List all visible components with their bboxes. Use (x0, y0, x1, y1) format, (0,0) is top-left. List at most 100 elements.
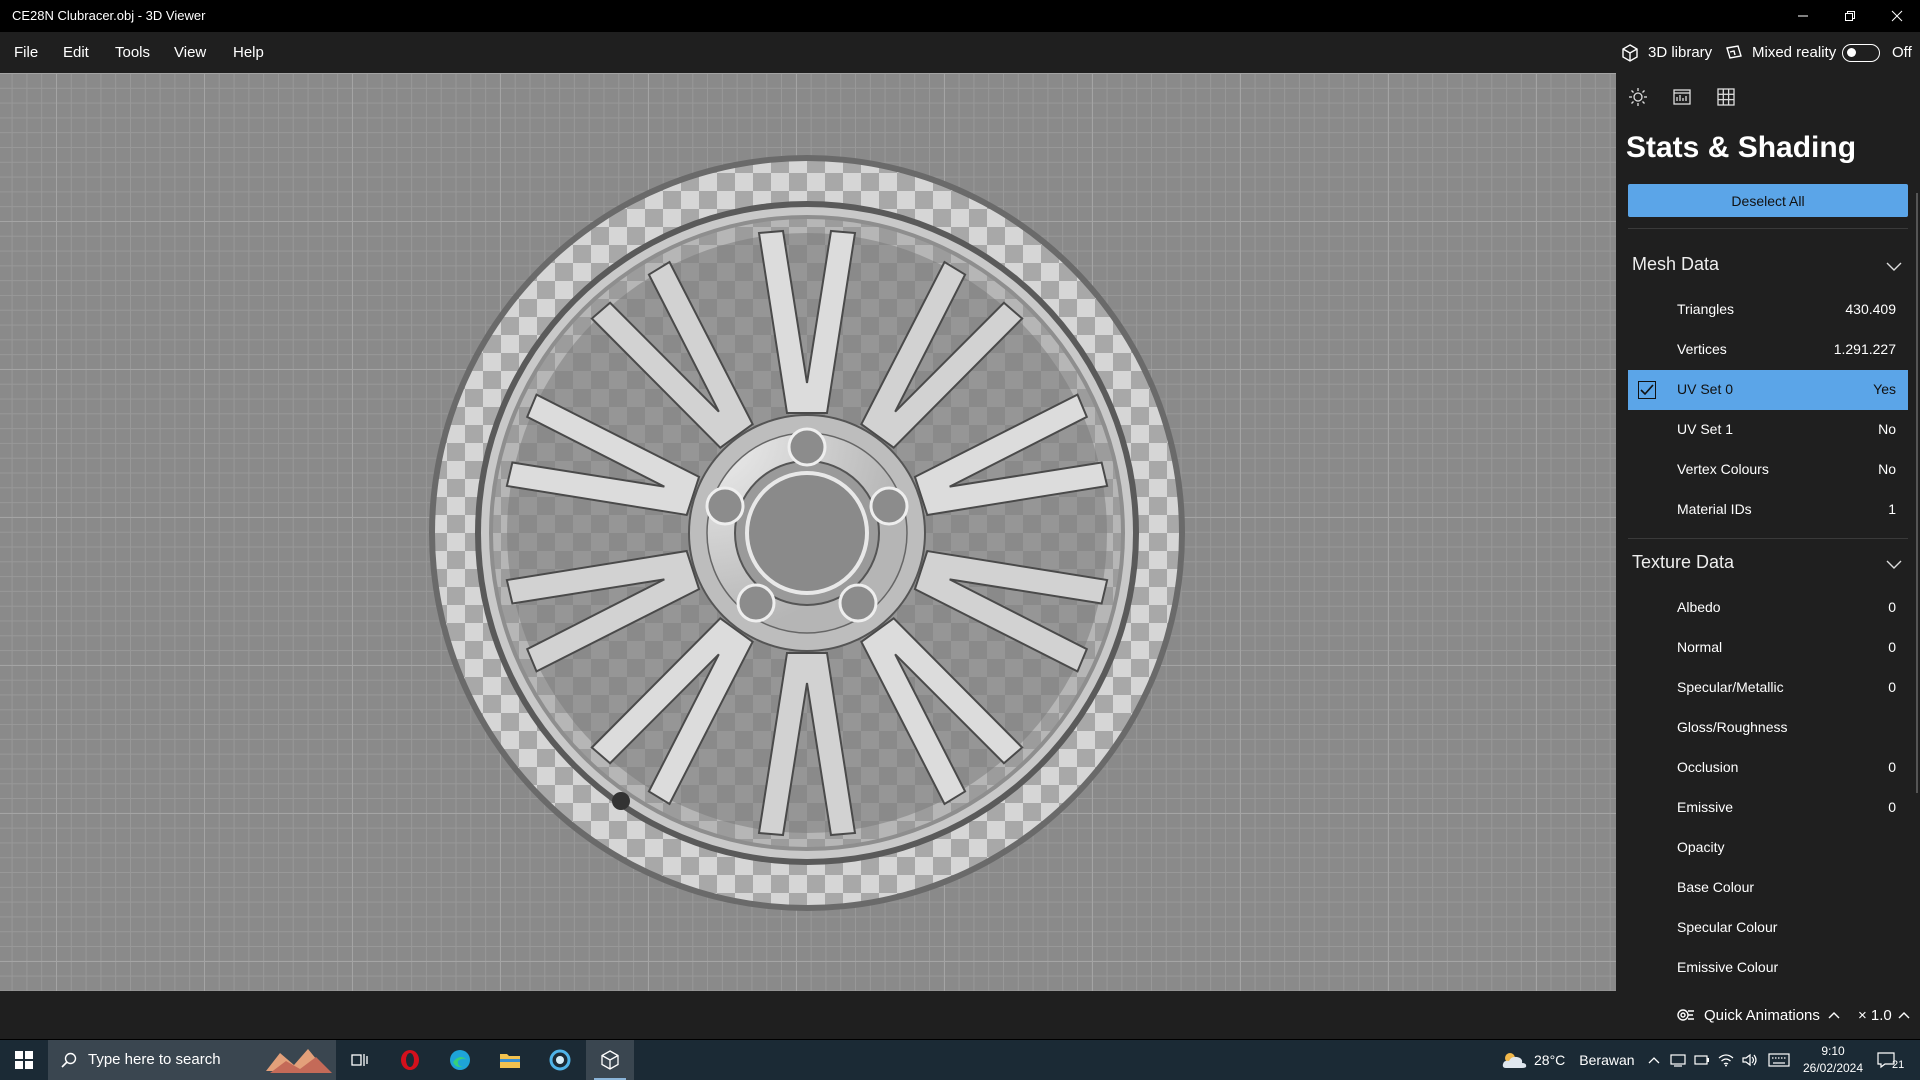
system-tray (1648, 1040, 1790, 1080)
tab-grid[interactable] (1712, 83, 1740, 111)
animation-icon (1677, 1009, 1694, 1021)
row-label: Occlusion (1677, 759, 1739, 775)
panel-tabs (1616, 73, 1920, 121)
texture-data-heading[interactable]: Texture Data (1632, 552, 1734, 573)
texture-row-gloss-roughness[interactable]: Gloss/Roughness (1628, 708, 1908, 748)
taskbar-3d-viewer[interactable] (586, 1040, 634, 1080)
row-label: Normal (1677, 639, 1723, 655)
row-label: Specular/Metallic (1677, 679, 1784, 695)
taskbar-opera[interactable] (386, 1040, 434, 1080)
search-icon (61, 1052, 77, 1068)
tab-lighting[interactable] (1624, 83, 1652, 111)
taskbar-search[interactable]: Type here to search (48, 1040, 336, 1080)
uv-set-0-checkbox[interactable] (1638, 381, 1656, 399)
taskbar-edge[interactable] (436, 1040, 484, 1080)
speed-control[interactable]: × 1.0 (1858, 991, 1910, 1039)
divider (1628, 228, 1908, 229)
weather-widget[interactable]: 28°C Berawan (1500, 1040, 1635, 1080)
clock[interactable]: 9:10 26/02/2024 (1798, 1043, 1868, 1077)
texture-row-normal[interactable]: Normal 0 (1628, 628, 1908, 668)
menu-edit[interactable]: Edit (63, 44, 89, 61)
texture-row-occlusion[interactable]: Occlusion 0 (1628, 748, 1908, 788)
panel-scrollbar[interactable] (1916, 193, 1918, 793)
row-value: No (1878, 421, 1896, 437)
menu-help[interactable]: Help (233, 44, 264, 61)
menu-bar: File Edit Tools View Help 3D library Mix… (0, 32, 1920, 73)
texture-row-base-colour[interactable]: Base Colour (1628, 868, 1908, 908)
divider (1628, 538, 1908, 539)
folder-icon (500, 1054, 520, 1068)
task-view-button[interactable] (336, 1040, 384, 1080)
deselect-all-button[interactable]: Deselect All (1628, 184, 1908, 217)
3d-viewer-icon (601, 1050, 619, 1070)
quick-animations-label: Quick Animations (1704, 1006, 1820, 1024)
texture-row-specular-metallic[interactable]: Specular/Metallic 0 (1628, 668, 1908, 708)
keyboard-icon[interactable] (1768, 1053, 1790, 1067)
toggle-knob (1847, 47, 1856, 57)
mixed-reality-button[interactable]: Mixed reality (1724, 32, 1836, 73)
clock-date: 26/02/2024 (1802, 1061, 1864, 1075)
chevron-down-icon (1886, 560, 1902, 569)
chevron-down-icon (1886, 262, 1902, 271)
texture-row-opacity[interactable]: Opacity (1628, 828, 1908, 868)
notification-count: 21 (1892, 1059, 1905, 1071)
weather-temp: 28°C (1534, 1052, 1566, 1068)
mixed-reality-toggle[interactable] (1842, 43, 1880, 62)
mixed-reality-toggle-group: Off (1842, 32, 1912, 73)
grid-icon (1717, 88, 1735, 106)
restore-button[interactable] (1827, 0, 1873, 32)
texture-row-emissive-colour[interactable]: Emissive Colour (1628, 948, 1908, 988)
row-value: 1 (1888, 501, 1896, 517)
title-bar: CE28N Clubracer.obj - 3D Viewer (0, 0, 1920, 32)
close-button[interactable] (1874, 0, 1920, 32)
taskbar-app-ring[interactable] (536, 1040, 584, 1080)
texture-row-emissive[interactable]: Emissive 0 (1628, 788, 1908, 828)
texture-row-albedo[interactable]: Albedo 0 (1628, 588, 1908, 628)
task-view-icon (351, 1054, 368, 1066)
menu-tools[interactable]: Tools (115, 44, 150, 61)
tab-stats[interactable] (1668, 83, 1696, 111)
row-label: Emissive (1677, 799, 1734, 815)
row-label: Triangles (1677, 301, 1735, 317)
volume-icon[interactable] (1742, 1053, 1758, 1067)
texture-collapse-toggle[interactable] (1886, 557, 1902, 575)
network-drive-icon[interactable] (1670, 1053, 1686, 1067)
3d-library-button[interactable]: 3D library (1620, 32, 1712, 73)
row-label: Opacity (1677, 839, 1725, 855)
row-value: 0 (1888, 639, 1896, 655)
mesh-row-uv-set-1[interactable]: UV Set 1 No (1628, 410, 1908, 450)
row-value: 0 (1888, 759, 1896, 775)
row-label: Specular Colour (1677, 919, 1778, 935)
mesh-row-uv-set-0[interactable]: UV Set 0 Yes (1628, 370, 1908, 410)
stats-icon (1673, 89, 1691, 105)
mesh-row-vertex-colours[interactable]: Vertex Colours No (1628, 450, 1908, 490)
row-label: UV Set 0 (1677, 381, 1734, 397)
taskbar: Type here to search 28°C Berawan 9:10 26… (0, 1040, 1920, 1080)
mesh-row-vertices[interactable]: Vertices 1.291.227 (1628, 330, 1908, 370)
quick-animations-button[interactable]: Quick Animations (1676, 991, 1840, 1039)
battery-icon[interactable] (1694, 1053, 1710, 1067)
row-value: No (1878, 461, 1896, 477)
mesh-row-material-ids[interactable]: Material IDs 1 (1628, 490, 1908, 530)
mesh-collapse-toggle[interactable] (1886, 259, 1902, 277)
minimize-button[interactable] (1780, 0, 1826, 32)
mesh-row-triangles[interactable]: Triangles 430.409 (1628, 290, 1908, 330)
chevron-up-icon[interactable] (1648, 1056, 1660, 1064)
opera-icon (401, 1050, 419, 1070)
start-button[interactable] (0, 1040, 48, 1080)
chevron-up-icon (1828, 1012, 1840, 1019)
notifications-button[interactable]: 21 (1876, 1040, 1904, 1080)
menu-view[interactable]: View (174, 44, 206, 61)
row-label: Emissive Colour (1677, 959, 1779, 975)
panel-title: Stats & Shading (1626, 131, 1857, 164)
row-value: 430.409 (1845, 301, 1896, 317)
taskbar-file-explorer[interactable] (486, 1040, 534, 1080)
3d-viewport[interactable] (0, 73, 1616, 991)
row-label: Gloss/Roughness (1677, 719, 1788, 735)
menu-file[interactable]: File (14, 44, 38, 61)
window-title: CE28N Clubracer.obj - 3D Viewer (12, 8, 206, 23)
mesh-data-heading[interactable]: Mesh Data (1632, 254, 1719, 275)
texture-row-specular-colour[interactable]: Specular Colour (1628, 908, 1908, 948)
restore-icon (1845, 11, 1855, 21)
wifi-icon[interactable] (1718, 1053, 1734, 1067)
